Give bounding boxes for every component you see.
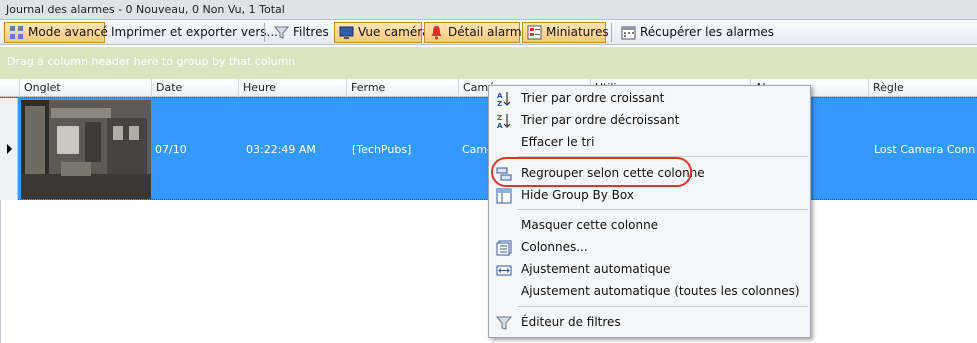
toolbar-separator (611, 22, 612, 42)
sort-az-icon: AZ (496, 91, 512, 108)
filters-button[interactable]: Filtres (270, 22, 332, 43)
menu-label: Ajustement automatique (toutes les colon… (521, 284, 800, 298)
column-header-onglet[interactable]: Onglet (19, 79, 151, 97)
menu-separator (517, 209, 808, 210)
toolbar: Mode avancé Imprimer et exporter vers...… (0, 20, 977, 45)
advanced-mode-label: Mode avancé (28, 25, 108, 39)
thumbnails-button[interactable]: Miniatures (522, 21, 609, 43)
menu-label: Éditeur de filtres (521, 315, 621, 329)
menu-label: Ajustement automatique (521, 262, 671, 276)
column-header-regle[interactable]: Règle (868, 79, 977, 97)
filters-label: Filtres (293, 25, 329, 39)
menu-label: Colonnes... (521, 240, 588, 254)
print-export-button[interactable]: Imprimer et exporter vers... (107, 22, 278, 43)
group-by-box[interactable]: Drag a column header here to group by th… (0, 47, 977, 79)
calendar-icon (621, 25, 636, 40)
thumbnails-label: Miniatures (546, 25, 609, 39)
row-indicator (0, 98, 18, 201)
camera-view-button[interactable]: Vue caméra (334, 21, 430, 43)
window-title: Journal des alarmes - 0 Nouveau, 0 Non V… (0, 0, 977, 20)
advanced-mode-button[interactable]: Mode avancé (4, 21, 108, 43)
menu-item-auto-fit-all[interactable]: Ajustement automatique (toutes les colon… (490, 281, 809, 303)
toolbar-separator (264, 22, 265, 42)
cell-farm: [TechPubs] (352, 143, 412, 156)
menu-item-clear-sort[interactable]: Effacer le tri (490, 132, 809, 154)
alarm-detail-label: Détail alarme (448, 25, 529, 39)
menu-label: Trier par ordre décroissant (521, 113, 680, 127)
thumbnails-icon (527, 25, 542, 40)
menu-item-filter-editor[interactable]: Éditeur de filtres (490, 312, 809, 334)
menu-item-columns[interactable]: Colonnes... (490, 237, 809, 259)
menu-separator (517, 306, 808, 307)
cell-date: 07/10 (155, 143, 187, 156)
menu-label: Effacer le tri (521, 135, 595, 149)
menu-label: Hide Group By Box (521, 188, 634, 202)
column-header-date[interactable]: Date (151, 79, 238, 97)
grid-icon (9, 25, 24, 40)
retrieve-alarms-button[interactable]: Récupérer les alarmes (617, 22, 774, 43)
retrieve-alarms-label: Récupérer les alarmes (640, 25, 775, 39)
menu-item-group-by-column[interactable]: Regrouper selon cette colonne (490, 163, 809, 185)
print-export-label: Imprimer et exporter vers... (111, 25, 278, 39)
funnel-icon (495, 315, 513, 331)
column-header-heure[interactable]: Heure (238, 79, 346, 97)
monitor-icon (339, 25, 354, 40)
cell-time: 03:22:49 AM (246, 143, 316, 156)
menu-item-sort-descending[interactable]: ZA Trier par ordre décroissant (490, 110, 809, 132)
menu-separator (517, 156, 808, 157)
camera-thumbnail[interactable] (21, 100, 151, 199)
menu-label: Regrouper selon cette colonne (521, 166, 705, 180)
svg-text:A: A (497, 122, 503, 129)
autofit-icon (496, 262, 512, 278)
menu-item-sort-ascending[interactable]: AZ Trier par ordre croissant (490, 88, 809, 110)
menu-item-hide-group-box[interactable]: Hide Group By Box (490, 185, 809, 207)
menu-label: Masquer cette colonne (521, 218, 659, 232)
camera-view-label: Vue caméra (358, 25, 430, 39)
groupbox-icon (496, 188, 512, 204)
menu-item-hide-column[interactable]: Masquer cette colonne (490, 215, 809, 237)
group-icon (496, 166, 512, 182)
column-context-menu: AZ Trier par ordre croissant ZA Trier pa… (488, 85, 811, 338)
current-row-arrow-icon (7, 144, 12, 154)
cell-camera: Came (462, 143, 490, 156)
svg-text:Z: Z (497, 100, 502, 107)
header-indicator (0, 79, 19, 97)
menu-label: Trier par ordre croissant (521, 91, 665, 105)
columns-icon (496, 240, 512, 256)
sort-za-icon: ZA (496, 113, 512, 130)
svg-text:Z: Z (497, 114, 502, 122)
menu-item-auto-fit[interactable]: Ajustement automatique (490, 259, 809, 281)
cell-rule: Lost Camera Conn... (874, 143, 975, 156)
bell-icon (429, 25, 444, 40)
alarm-detail-button[interactable]: Détail alarme (424, 21, 529, 43)
svg-text:A: A (497, 92, 503, 100)
column-header-ferme[interactable]: Ferme (346, 79, 458, 97)
funnel-icon (273, 25, 290, 40)
